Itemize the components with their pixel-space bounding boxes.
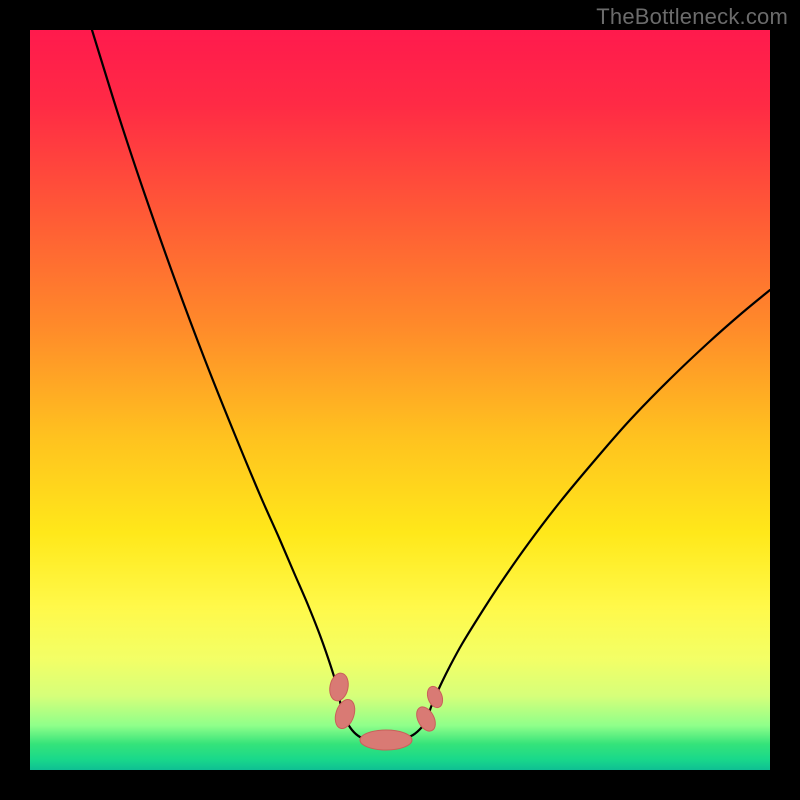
bottom-marker [360,730,412,750]
trough-markers [327,671,445,750]
chart-frame: TheBottleneck.com [0,0,800,800]
left-curve [92,30,390,741]
left-marker-lower [332,697,358,731]
plot-area [30,30,770,770]
watermark-label: TheBottleneck.com [596,4,788,30]
curves-layer [30,30,770,770]
right-marker-lower [413,704,439,734]
right-marker-upper [425,684,446,709]
right-curve [390,290,770,741]
left-marker-upper [327,671,350,702]
